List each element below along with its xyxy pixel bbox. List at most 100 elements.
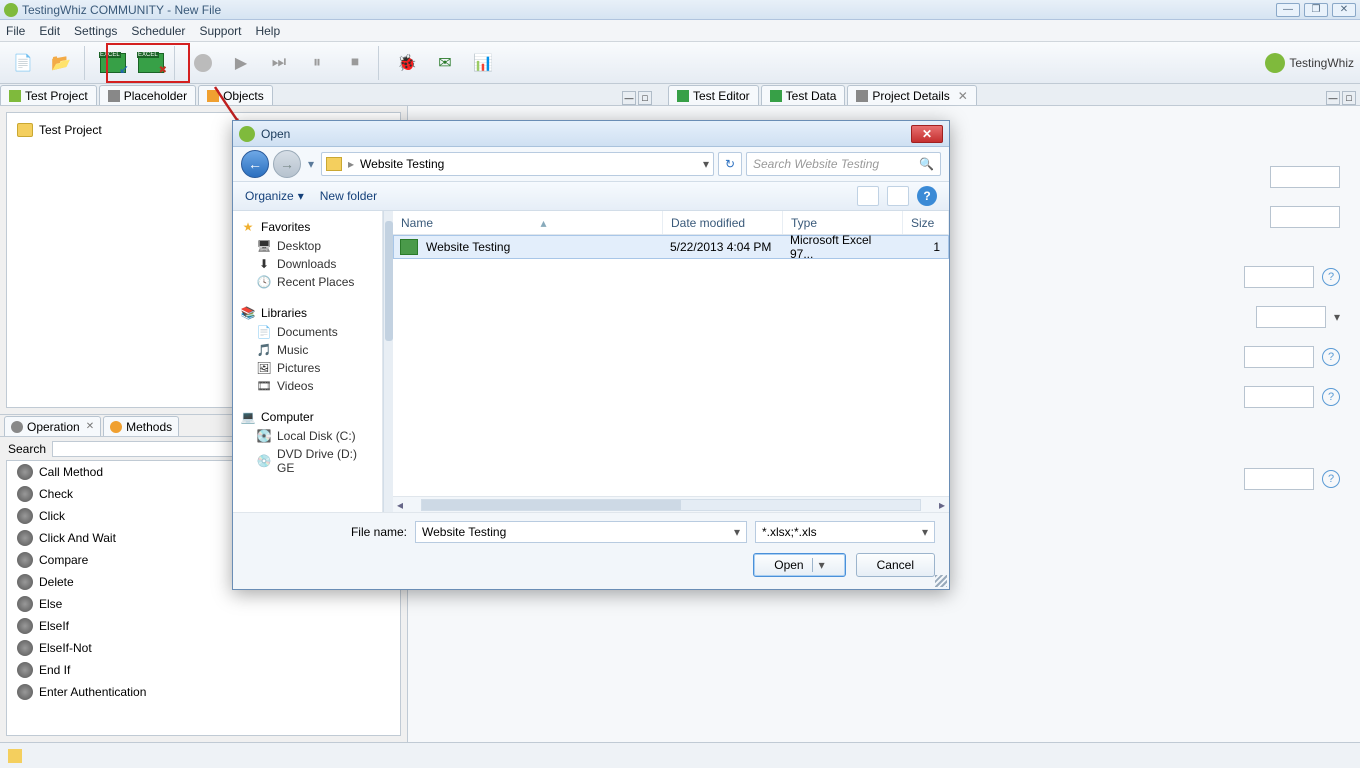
- tab-close-icon[interactable]: ✕: [86, 421, 94, 432]
- chevron-down-icon[interactable]: ▾: [922, 525, 928, 539]
- menu-support[interactable]: Support: [199, 24, 241, 38]
- help-icon[interactable]: ?: [1322, 388, 1340, 406]
- help-icon[interactable]: ?: [1322, 470, 1340, 488]
- menu-file[interactable]: File: [6, 24, 25, 38]
- sidebar-item-music[interactable]: 🎵Music: [237, 341, 378, 359]
- column-type[interactable]: Type: [783, 211, 903, 234]
- operation-item[interactable]: Else: [7, 593, 400, 615]
- menu-scheduler[interactable]: Scheduler: [131, 24, 185, 38]
- scroll-right-icon[interactable]: ▸: [935, 498, 949, 512]
- dialog-help-button[interactable]: ?: [917, 186, 937, 206]
- mail-button[interactable]: ✉: [428, 46, 462, 80]
- help-icon[interactable]: ?: [1322, 268, 1340, 286]
- dialog-search-input[interactable]: Search Website Testing 🔍: [746, 152, 941, 176]
- resize-grip[interactable]: [935, 575, 947, 587]
- breadcrumb[interactable]: ▸ Website Testing ▾: [321, 152, 714, 176]
- menu-edit[interactable]: Edit: [39, 24, 60, 38]
- scrollbar-thumb[interactable]: [385, 221, 393, 341]
- new-file-button[interactable]: 📄: [6, 46, 40, 80]
- chevron-down-icon[interactable]: ▾: [703, 157, 709, 171]
- chevron-down-icon[interactable]: ▾: [1334, 310, 1340, 324]
- form-field[interactable]: [1244, 386, 1314, 408]
- sidebar-item-dvd-drive[interactable]: 💿DVD Drive (D:) GE: [237, 445, 378, 477]
- view-options-button[interactable]: [857, 186, 879, 206]
- form-field[interactable]: [1244, 468, 1314, 490]
- column-headers[interactable]: Name▴ Date modified Type Size: [393, 211, 949, 235]
- sidebar-item-videos[interactable]: 🎞Videos: [237, 377, 378, 395]
- form-field[interactable]: [1256, 306, 1326, 328]
- tab-methods[interactable]: Methods: [103, 416, 179, 436]
- tab-objects[interactable]: Objects: [198, 85, 273, 105]
- form-field[interactable]: [1244, 266, 1314, 288]
- nav-back-button[interactable]: ←: [241, 150, 269, 178]
- open-folder-button[interactable]: 📂: [44, 46, 78, 80]
- organize-menu[interactable]: Organize▾: [245, 189, 304, 203]
- dialog-sidebar[interactable]: ★Favorites 🖥Desktop ⬇Downloads 🕓Recent P…: [233, 211, 383, 512]
- scroll-left-icon[interactable]: ◂: [393, 498, 407, 512]
- import-excel-button[interactable]: [96, 46, 130, 80]
- filename-input[interactable]: Website Testing▾: [415, 521, 747, 543]
- minimize-button[interactable]: ―: [1276, 3, 1300, 17]
- maximize-right-view-button[interactable]: □: [1342, 91, 1356, 105]
- tab-operation[interactable]: Operation✕: [4, 416, 101, 436]
- preview-pane-button[interactable]: [887, 186, 909, 206]
- form-field[interactable]: [1270, 166, 1340, 188]
- sidebar-item-desktop[interactable]: 🖥Desktop: [237, 237, 378, 255]
- column-date[interactable]: Date modified: [663, 211, 783, 234]
- export-excel-button[interactable]: [134, 46, 168, 80]
- menu-help[interactable]: Help: [255, 24, 280, 38]
- tab-test-editor[interactable]: Test Editor: [668, 85, 759, 105]
- dialog-titlebar[interactable]: Open ✕: [233, 121, 949, 147]
- sidebar-group-favorites[interactable]: ★Favorites: [237, 217, 378, 237]
- tab-test-project[interactable]: Test Project: [0, 85, 97, 105]
- close-button[interactable]: ✕: [1332, 3, 1356, 17]
- pause-button[interactable]: ⏸: [300, 46, 334, 80]
- refresh-button[interactable]: ↻: [718, 152, 742, 176]
- tab-placeholder[interactable]: Placeholder: [99, 85, 196, 105]
- help-icon[interactable]: ?: [1322, 348, 1340, 366]
- sidebar-group-computer[interactable]: 💻Computer: [237, 407, 378, 427]
- maximize-button[interactable]: ❐: [1304, 3, 1328, 17]
- play-button[interactable]: ▶: [224, 46, 258, 80]
- file-row-selected[interactable]: Website Testing 5/22/2013 4:04 PM Micros…: [393, 235, 949, 259]
- horizontal-scrollbar[interactable]: ◂ ▸: [393, 496, 949, 512]
- nav-history-dropdown[interactable]: ▾: [305, 150, 317, 178]
- report-button[interactable]: 📊: [466, 46, 500, 80]
- cancel-button[interactable]: Cancel: [856, 553, 935, 577]
- next-button[interactable]: ⏭: [262, 46, 296, 80]
- operation-item[interactable]: ElseIf: [7, 615, 400, 637]
- minimize-view-button[interactable]: ―: [622, 91, 636, 105]
- stop-button[interactable]: ⏹: [338, 46, 372, 80]
- sidebar-item-pictures[interactable]: 🖼Pictures: [237, 359, 378, 377]
- sidebar-item-local-disk[interactable]: 💽Local Disk (C:): [237, 427, 378, 445]
- scrollbar-thumb[interactable]: [422, 500, 681, 510]
- chevron-down-icon[interactable]: ▾: [734, 525, 740, 539]
- file-list[interactable]: Name▴ Date modified Type Size Website Te…: [393, 211, 949, 512]
- operation-item[interactable]: Enter Authentication: [7, 681, 400, 703]
- maximize-view-button[interactable]: □: [638, 91, 652, 105]
- nav-forward-button[interactable]: →: [273, 150, 301, 178]
- bug-button[interactable]: 🐞: [390, 46, 424, 80]
- sidebar-item-recent[interactable]: 🕓Recent Places: [237, 273, 378, 291]
- open-button[interactable]: Open▾: [753, 553, 845, 577]
- column-size[interactable]: Size: [903, 211, 949, 234]
- dialog-close-button[interactable]: ✕: [911, 125, 943, 143]
- tab-test-data[interactable]: Test Data: [761, 85, 846, 105]
- chevron-down-icon[interactable]: ▾: [812, 558, 825, 572]
- sidebar-scrollbar[interactable]: [383, 211, 393, 512]
- form-field[interactable]: [1270, 206, 1340, 228]
- tab-project-details[interactable]: Project Details✕: [847, 85, 976, 105]
- new-folder-button[interactable]: New folder: [320, 189, 377, 203]
- sidebar-group-libraries[interactable]: 📚Libraries: [237, 303, 378, 323]
- tab-close-icon[interactable]: ✕: [958, 89, 968, 103]
- form-field[interactable]: [1244, 346, 1314, 368]
- filetype-combo[interactable]: *.xlsx;*.xls▾: [755, 521, 935, 543]
- column-name[interactable]: Name▴: [393, 211, 663, 234]
- operation-item[interactable]: ElseIf-Not: [7, 637, 400, 659]
- breadcrumb-segment[interactable]: Website Testing: [360, 157, 444, 171]
- sidebar-item-downloads[interactable]: ⬇Downloads: [237, 255, 378, 273]
- record-button[interactable]: [186, 46, 220, 80]
- sidebar-item-documents[interactable]: 📄Documents: [237, 323, 378, 341]
- menu-settings[interactable]: Settings: [74, 24, 117, 38]
- operation-item[interactable]: End If: [7, 659, 400, 681]
